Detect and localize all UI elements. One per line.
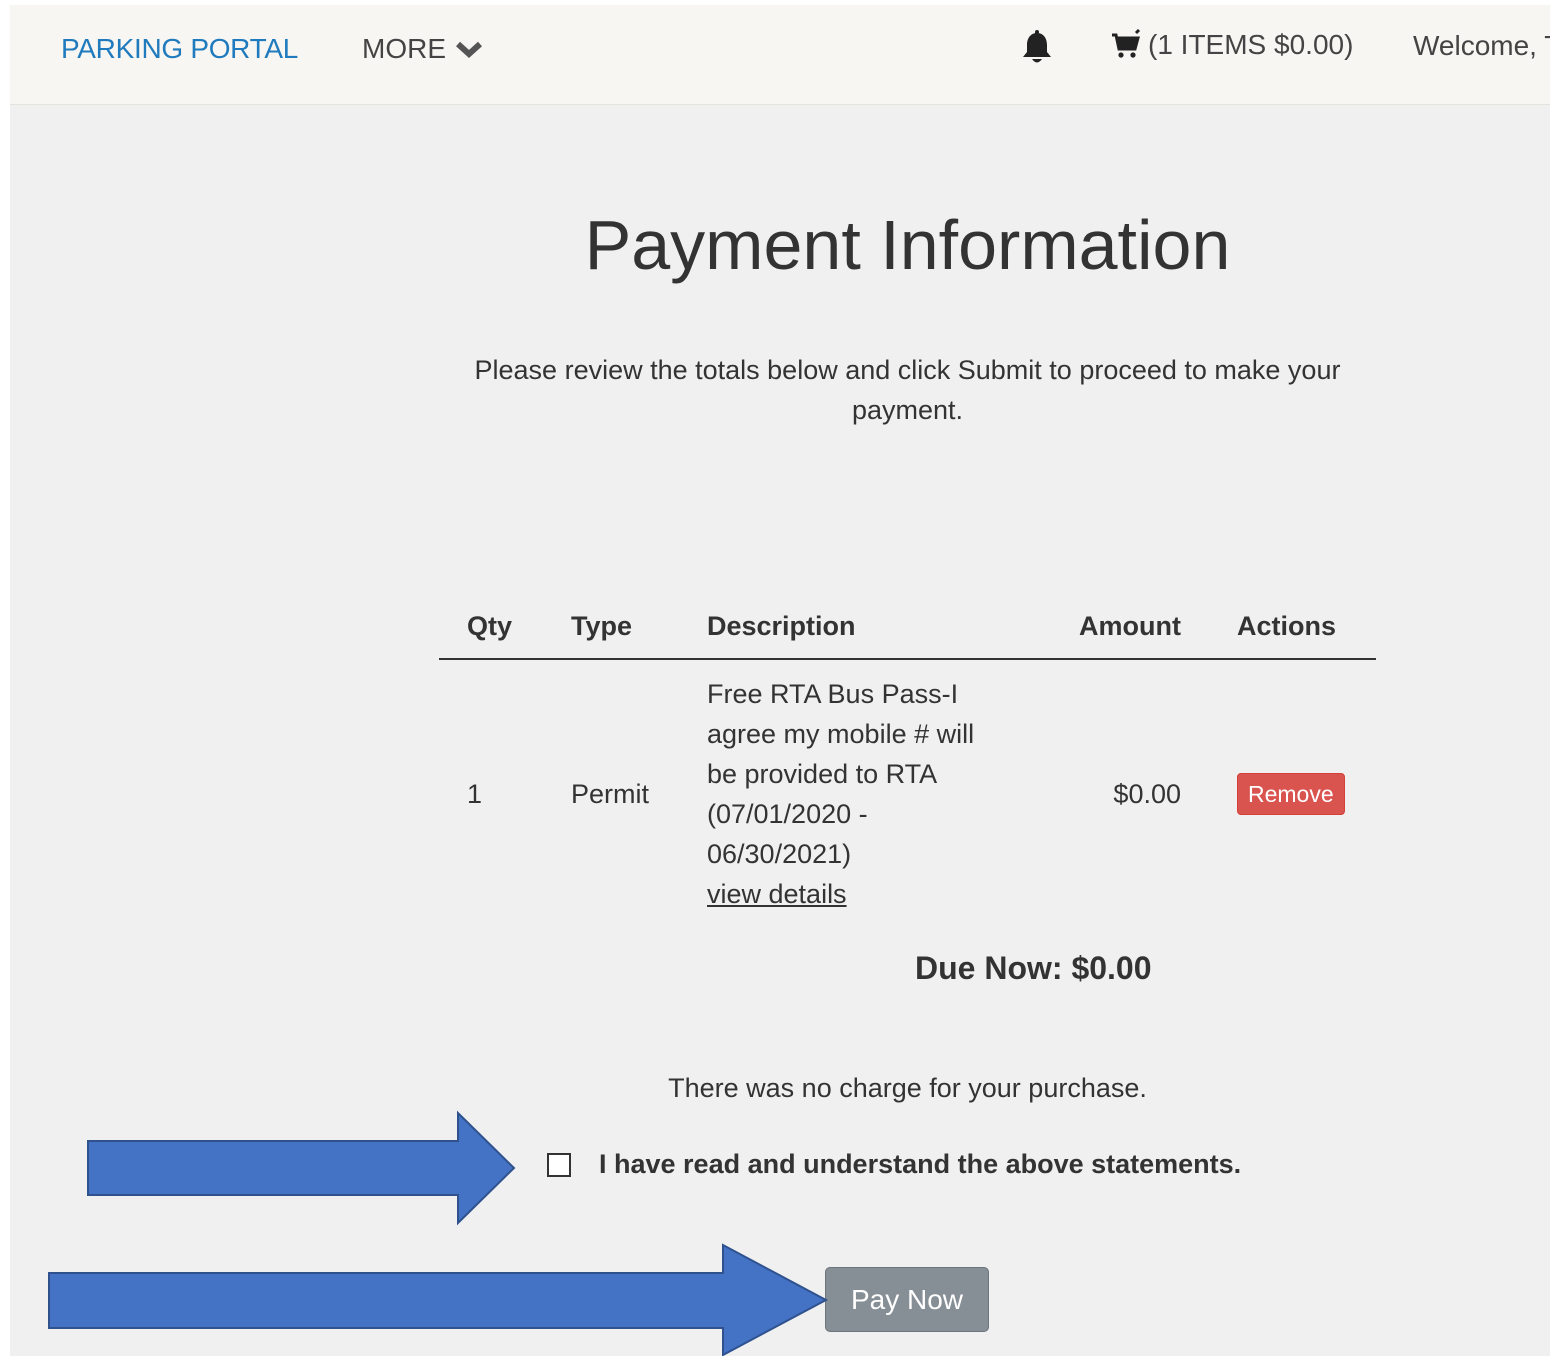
welcome-user-menu[interactable]: Welcome, T [1413,30,1550,62]
header-amount: Amount [1037,601,1181,660]
acknowledgement-checkbox[interactable] [547,1152,571,1177]
more-menu-label: MORE [362,33,446,64]
row-description-cell: Free RTA Bus Pass-I agree my mobile # wi… [707,659,1037,924]
cart-summary[interactable]: (1 ITEMS $0.00) [1110,29,1353,61]
table-row: 1 Permit Free RTA Bus Pass-I agree my mo… [439,659,1376,924]
view-details-link[interactable]: view details [707,879,847,909]
shopping-cart-icon [1112,29,1141,58]
due-now-total: Due Now: $0.00 [915,950,1152,986]
cart-items-table: Qty Type Description Amount Actions 1 Pe… [439,601,1376,924]
bell-icon[interactable] [1020,30,1054,66]
header-description: Description [707,601,1037,660]
no-charge-message: There was no charge for your purchase. [668,1073,1147,1103]
table-header-row: Qty Type Description Amount Actions [439,601,1376,660]
row-qty: 1 [467,779,483,809]
row-amount: $0.00 [1113,779,1181,809]
chevron-down-icon [456,41,482,59]
header-qty: Qty [439,601,571,660]
header-type: Type [571,601,707,660]
row-type: Permit [571,779,650,809]
page-frame: PARKING PORTAL MORE (1 ITEMS $0.00) Welc… [10,5,1550,1356]
header-actions: Actions [1181,601,1376,660]
top-navbar: PARKING PORTAL MORE (1 ITEMS $0.00) Welc… [10,5,1550,105]
cart-summary-label: (1 ITEMS $0.00) [1148,29,1354,60]
more-menu[interactable]: MORE [362,33,482,65]
brand-link[interactable]: PARKING PORTAL [61,33,298,65]
acknowledgement-label[interactable]: I have read and understand the above sta… [599,1149,1241,1180]
intro-text: Please review the totals below and click… [474,355,1341,425]
row-actions-cell: Remove [1181,659,1376,924]
pay-now-button[interactable]: Pay Now [825,1267,989,1332]
row-description: Free RTA Bus Pass-I agree my mobile # wi… [707,679,975,869]
remove-button[interactable]: Remove [1237,773,1345,815]
page-title: Payment Information [584,206,1231,284]
acknowledgement-row: I have read and understand the above sta… [547,1149,1241,1180]
